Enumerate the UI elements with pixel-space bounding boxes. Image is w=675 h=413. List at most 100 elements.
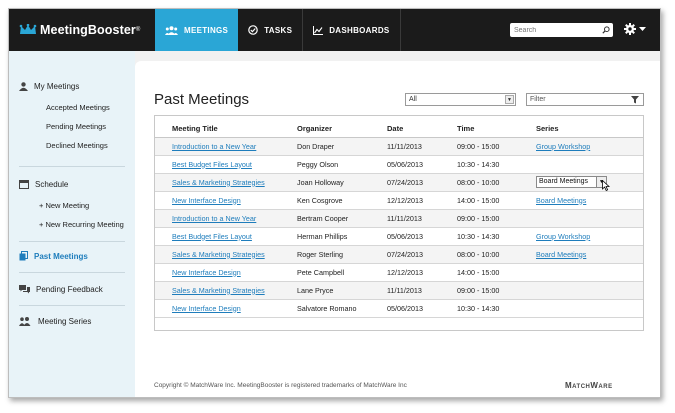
sidebar-item-new-meeting[interactable]: + New Meeting	[9, 196, 135, 215]
tab-label: TASKS	[264, 25, 293, 35]
meeting-title-link[interactable]: Introduction to a New Year	[172, 142, 256, 151]
organizer-cell: Joan Holloway	[297, 173, 387, 192]
organizer-cell: Roger Sterling	[297, 245, 387, 264]
funnel-icon	[631, 96, 639, 104]
sidebar-item-meeting-series[interactable]: Meeting Series	[9, 314, 135, 328]
main-nav: MEETINGS TASKS DASHBOARDS	[155, 9, 401, 51]
people-icon	[165, 25, 178, 35]
meeting-title-cell: Introduction to a New Year	[155, 209, 297, 228]
sidebar-item-past-meetings[interactable]: Past Meetings	[9, 249, 135, 263]
meeting-title-cell: New Interface Design	[155, 191, 297, 210]
column-header-series[interactable]: Series	[536, 116, 643, 138]
column-header-organizer[interactable]: Organizer	[297, 116, 387, 138]
sidebar-item-accepted-meetings[interactable]: Accepted Meetings	[9, 98, 135, 117]
series-link[interactable]: Group Workshop	[536, 232, 590, 241]
meeting-title-cell: New Interface Design	[155, 299, 297, 318]
meeting-title-cell: Introduction to a New Year	[155, 137, 297, 156]
tab-label: MEETINGS	[184, 25, 229, 35]
sidebar-divider	[19, 305, 125, 306]
sidebar-item-label: Pending Feedback	[36, 284, 103, 294]
sidebar-item-schedule[interactable]: Schedule	[9, 177, 135, 191]
past-meetings-table: Meeting Title Organizer Date Time Series…	[154, 115, 644, 331]
search-box[interactable]	[510, 23, 613, 37]
series-link[interactable]: Group Workshop	[536, 142, 590, 151]
copyright-text: Copyright © MatchWare Inc. MeetingBooste…	[154, 382, 407, 389]
date-cell: 07/24/2013	[387, 173, 457, 192]
tab-meetings[interactable]: MEETINGS	[155, 9, 239, 51]
search-icon[interactable]	[602, 26, 610, 34]
series-cell: Board Meetings	[536, 245, 643, 264]
tab-tasks[interactable]: TASKS	[238, 9, 304, 51]
matchware-logo: MatchWare	[565, 381, 613, 390]
settings-menu[interactable]	[624, 23, 646, 35]
brand-name: MeetingBooster	[40, 23, 136, 37]
copy-icon	[19, 251, 28, 261]
meeting-title-link[interactable]: Sales & Marketing Strategies	[172, 286, 265, 295]
meeting-title-link[interactable]: Sales & Marketing Strategies	[172, 250, 265, 259]
app-window: MeetingBooster ® MEETINGS TASKS DASHBOAR…	[8, 8, 661, 398]
time-cell: 08:00 - 10:00	[457, 173, 536, 192]
sidebar-item-my-meetings[interactable]: My Meetings	[9, 79, 135, 93]
meetingbooster-logo[interactable]: MeetingBooster ®	[19, 23, 140, 37]
sidebar-item-pending-meetings[interactable]: Pending Meetings	[9, 117, 135, 136]
date-cell: 11/11/2013	[387, 281, 457, 300]
organizer-cell: Lane Pryce	[297, 281, 387, 300]
series-link[interactable]: Board Meetings	[536, 196, 586, 205]
tab-label: DASHBOARDS	[329, 25, 390, 35]
chevron-down-icon: ▼	[505, 95, 514, 104]
date-cell: 05/06/2013	[387, 227, 457, 246]
matchware-wordmark: MatchWare	[565, 381, 613, 390]
meeting-title-link[interactable]: Best Budget Files Layout	[172, 160, 252, 169]
sidebar-item-pending-feedback[interactable]: Pending Feedback	[9, 282, 135, 296]
table-row: Sales & Marketing Strategies Joan Hollowa…	[155, 173, 643, 192]
line-chart-icon	[313, 25, 324, 35]
mouse-cursor-icon	[602, 179, 610, 191]
series-cell	[536, 209, 643, 228]
scope-select[interactable]: All ▼	[405, 93, 516, 106]
sidebar-item-new-recurring-meeting[interactable]: + New Recurring Meeting	[9, 215, 135, 234]
date-cell: 12/12/2013	[387, 191, 457, 210]
meeting-title-link[interactable]: Introduction to a New Year	[172, 214, 256, 223]
sidebar-divider	[19, 241, 125, 242]
time-cell: 08:00 - 10:00	[457, 245, 536, 264]
meeting-title-link[interactable]: New Interface Design	[172, 268, 241, 277]
time-cell: 10:30 - 14:30	[457, 227, 536, 246]
meeting-title-cell: New Interface Design	[155, 263, 297, 282]
series-cell: Group Workshop	[536, 227, 643, 246]
gear-icon	[624, 23, 636, 35]
column-header-time[interactable]: Time	[457, 116, 536, 138]
sidebar-item-label: Meeting Series	[38, 316, 92, 326]
search-input[interactable]	[514, 26, 599, 34]
filter-input[interactable]: Filter	[526, 93, 644, 106]
my-meetings-group: My Meetings Accepted Meetings Pending Me…	[9, 79, 135, 155]
sidebar-divider	[19, 166, 125, 167]
time-cell: 09:00 - 15:00	[457, 137, 536, 156]
organizer-cell: Ken Cosgrove	[297, 191, 387, 210]
table-row: New Interface Design Pete Campbell 12/12/2…	[155, 263, 643, 282]
column-header-meeting-title[interactable]: Meeting Title	[155, 116, 297, 138]
series-cell	[536, 281, 643, 300]
table-row: Introduction to a New Year Don Draper 11/1…	[155, 137, 643, 156]
series-link[interactable]: Board Meetings	[536, 250, 586, 259]
meeting-title-cell: Sales & Marketing Strategies	[155, 245, 297, 264]
sidebar-item-declined-meetings[interactable]: Declined Meetings	[9, 136, 135, 155]
meeting-title-cell: Sales & Marketing Strategies	[155, 173, 297, 192]
sidebar: My Meetings Accepted Meetings Pending Me…	[9, 51, 135, 397]
meeting-title-link[interactable]: New Interface Design	[172, 196, 241, 205]
meeting-title-cell: Best Budget Files Layout	[155, 227, 297, 246]
date-cell: 11/11/2013	[387, 137, 457, 156]
filter-placeholder: Filter	[530, 96, 546, 103]
meeting-title-link[interactable]: New Interface Design	[172, 304, 241, 313]
main-content: Past Meetings All ▼ Filter Meeting Title…	[135, 51, 660, 397]
organizer-cell: Bertram Cooper	[297, 209, 387, 228]
meeting-title-link[interactable]: Best Budget Files Layout	[172, 232, 252, 241]
organizer-cell: Herman Phillips	[297, 227, 387, 246]
table-row: New Interface Design Ken Cosgrove 12/12/20…	[155, 191, 643, 210]
tab-dashboards[interactable]: DASHBOARDS	[303, 9, 401, 51]
meeting-title-link[interactable]: Sales & Marketing Strategies	[172, 178, 265, 187]
time-cell: 10:30 - 14:30	[457, 155, 536, 174]
series-select[interactable]: Board Meetings ▼	[536, 176, 607, 188]
scope-select-value: All	[409, 96, 417, 103]
column-header-date[interactable]: Date	[387, 116, 457, 138]
page-title: Past Meetings	[154, 91, 250, 108]
